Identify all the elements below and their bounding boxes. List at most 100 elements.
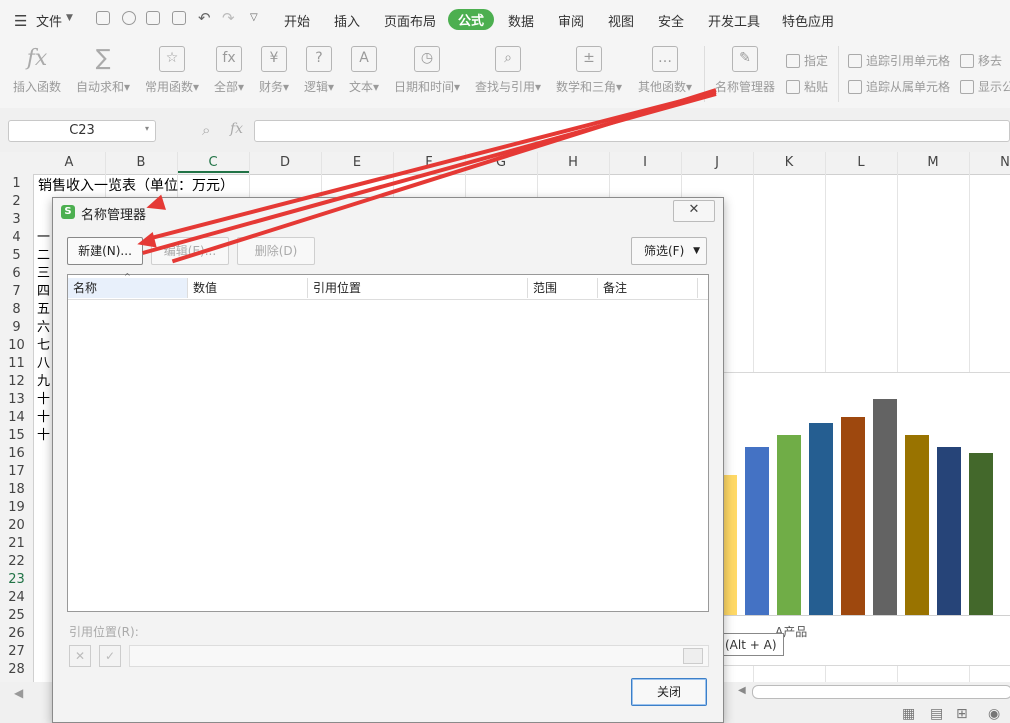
horizontal-scrollbar[interactable] <box>752 685 1010 699</box>
page-layout-icon[interactable]: ▤ <box>930 706 943 722</box>
trace-precedents-button[interactable]: 追踪引用单元格 <box>848 52 950 69</box>
chart-bar[interactable] <box>841 417 865 615</box>
cell-a-fragment[interactable]: 一 <box>37 229 50 247</box>
row-header[interactable]: 13 <box>0 392 33 407</box>
row-header[interactable]: 17 <box>0 464 33 479</box>
column-header[interactable]: D <box>270 155 300 170</box>
fx-label[interactable]: fx <box>230 121 243 137</box>
row-header[interactable]: 9 <box>0 320 33 335</box>
close-dialog-button[interactable]: 关闭 <box>631 678 707 706</box>
column-header-comment[interactable]: 备注 <box>598 278 698 298</box>
column-header-refers-to[interactable]: 引用位置 <box>308 278 528 298</box>
row-header[interactable]: 18 <box>0 482 33 497</box>
row-header[interactable]: 26 <box>0 626 33 641</box>
autosum-button[interactable]: ∑ 自动求和▾ <box>74 46 132 95</box>
column-header[interactable]: N <box>990 155 1010 170</box>
refers-to-input[interactable] <box>129 645 709 667</box>
cell-a-fragment[interactable]: 八 <box>37 355 50 373</box>
normal-view-icon[interactable]: ▦ <box>902 706 915 722</box>
row-header[interactable]: 10 <box>0 338 33 353</box>
row-header[interactable]: 4 <box>0 230 33 245</box>
cell-a-fragment[interactable]: 六 <box>37 319 50 337</box>
row-header[interactable]: 24 <box>0 590 33 605</box>
close-icon[interactable]: ✕ <box>673 200 715 222</box>
tab-page-layout[interactable]: 页面布局 <box>384 11 436 30</box>
formula-input[interactable] <box>254 120 1010 142</box>
row-header[interactable]: 12 <box>0 374 33 389</box>
tab-data[interactable]: 数据 <box>508 11 534 30</box>
row-header[interactable]: 28 <box>0 662 33 677</box>
math-button[interactable]: ± 数学和三角▾ <box>555 46 623 95</box>
chart-bar[interactable] <box>937 447 961 615</box>
chart-bar[interactable] <box>745 447 769 615</box>
file-menu[interactable]: 文件 <box>36 11 62 30</box>
page-break-icon[interactable]: ⊞ <box>956 706 968 722</box>
other-functions-button[interactable]: … 其他函数▾ <box>636 46 694 95</box>
logical-button[interactable]: ? 逻辑▾ <box>302 46 336 95</box>
row-header[interactable]: 15 <box>0 428 33 443</box>
row-header[interactable]: 5 <box>0 248 33 263</box>
range-select-icon[interactable] <box>683 648 703 664</box>
column-header[interactable]: C <box>198 155 228 170</box>
name-manager-button[interactable]: ✎ 名称管理器 <box>714 46 776 95</box>
undo-icon[interactable]: ↶ <box>198 9 211 27</box>
chart-bar[interactable] <box>905 435 929 615</box>
chart-bar[interactable] <box>873 399 897 615</box>
column-header[interactable]: I <box>630 155 660 170</box>
financial-button[interactable]: ¥ 财务▾ <box>257 46 291 95</box>
row-header[interactable]: 19 <box>0 500 33 515</box>
chart-bar[interactable] <box>777 435 801 615</box>
print-icon[interactable] <box>146 11 160 25</box>
save-icon[interactable] <box>96 11 110 25</box>
delete-name-button[interactable]: 删除(D) <box>237 237 315 265</box>
column-header[interactable]: J <box>702 155 732 170</box>
print-preview-icon[interactable] <box>172 11 186 25</box>
cell-a-fragment[interactable]: 九 <box>37 373 50 391</box>
column-header[interactable]: B <box>126 155 156 170</box>
customize-chevron-icon[interactable]: ▽ <box>250 12 258 23</box>
datetime-button[interactable]: ◷ 日期和时间▾ <box>393 46 461 95</box>
trace-dependents-button[interactable]: 追踪从属单元格 <box>848 78 950 95</box>
cell-a-fragment[interactable]: 十 <box>37 427 50 445</box>
row-header[interactable]: 11 <box>0 356 33 371</box>
column-header[interactable]: H <box>558 155 588 170</box>
column-header[interactable]: M <box>918 155 948 170</box>
tab-view[interactable]: 视图 <box>608 11 634 30</box>
row-header[interactable]: 2 <box>0 194 33 209</box>
zoom-icon[interactable]: ⌕ <box>202 121 210 139</box>
chevron-down-icon[interactable]: ▼ <box>66 13 73 23</box>
tab-security[interactable]: 安全 <box>658 11 684 30</box>
hamburger-icon[interactable]: ☰ <box>14 12 27 30</box>
column-header-value[interactable]: 数值 <box>188 278 308 298</box>
hscroll-left-icon[interactable]: ◀ <box>738 685 746 696</box>
tab-home[interactable]: 开始 <box>284 11 310 30</box>
tab-formulas[interactable]: 公式 <box>448 9 495 30</box>
row-header[interactable]: 6 <box>0 266 33 281</box>
redo-icon[interactable]: ↷ <box>222 9 235 27</box>
export-icon[interactable] <box>122 11 136 25</box>
insert-function-button[interactable]: fx 插入函数 <box>12 46 62 95</box>
column-header-name[interactable]: 名称 <box>68 278 188 298</box>
row-header[interactable]: 21 <box>0 536 33 551</box>
show-formulas-button[interactable]: 显示公 <box>960 78 1010 95</box>
confirm-edit-icon[interactable]: ✓ <box>99 645 121 667</box>
chart-area[interactable]: A产品 <box>690 372 1010 666</box>
cell-a-fragment[interactable]: 二 <box>37 247 50 265</box>
remove-arrows-button[interactable]: 移去 <box>960 52 1002 69</box>
column-header[interactable]: A <box>54 155 84 170</box>
names-list[interactable]: 名称 ^ 数值 引用位置 范围 备注 <box>67 272 709 612</box>
filter-button[interactable]: 筛选(F) ▼ <box>631 237 707 265</box>
column-header-scope[interactable]: 范围 <box>528 278 598 298</box>
cell-a-fragment[interactable]: 十 <box>37 409 50 427</box>
tab-insert[interactable]: 插入 <box>334 11 360 30</box>
row-header[interactable]: 1 <box>0 176 33 191</box>
row-header[interactable]: 25 <box>0 608 33 623</box>
column-header[interactable]: L <box>846 155 876 170</box>
row-header[interactable]: 23 <box>0 572 33 587</box>
row-header[interactable]: 22 <box>0 554 33 569</box>
paste-name-button[interactable]: 粘贴 <box>786 78 828 95</box>
row-header[interactable]: 14 <box>0 410 33 425</box>
name-box[interactable]: C23 <box>8 120 156 142</box>
tab-special[interactable]: 特色应用 <box>782 11 834 30</box>
column-header[interactable]: K <box>774 155 804 170</box>
